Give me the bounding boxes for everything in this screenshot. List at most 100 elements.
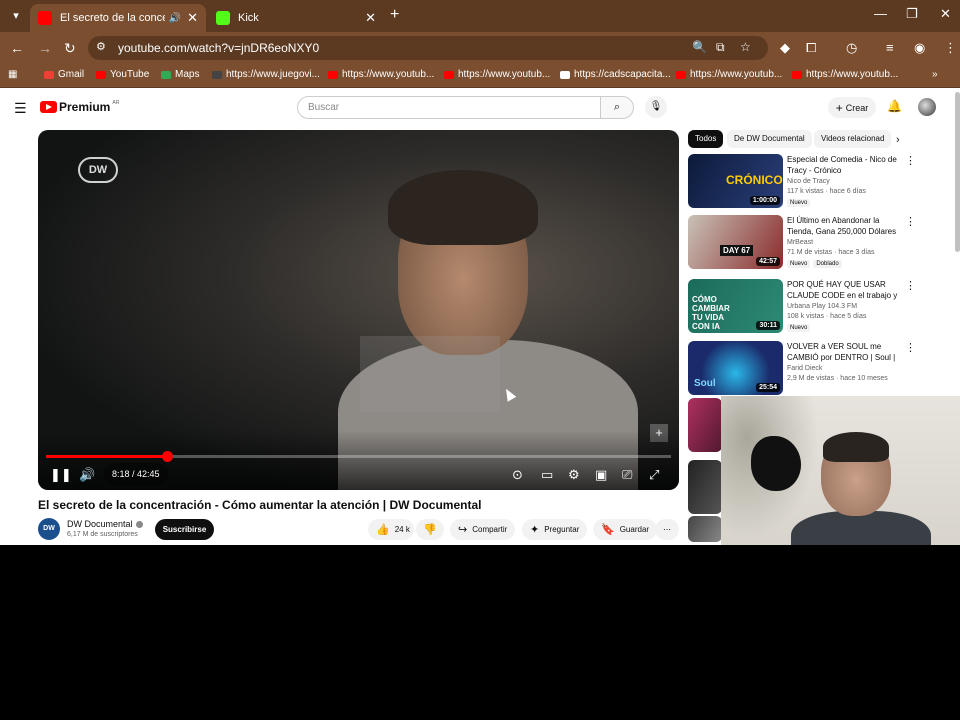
media-controls-icon[interactable]: ≡ — [886, 40, 894, 55]
bookmark-link[interactable]: https://www.juegovi... — [212, 69, 320, 80]
reload-icon[interactable]: ↻ — [64, 40, 76, 57]
subscribe-button[interactable]: Suscribirse — [155, 519, 214, 540]
apps-grid-icon[interactable]: ▦ — [8, 69, 17, 80]
back-arrow-icon[interactable]: ← — [10, 40, 24, 56]
bookmark-cads-link[interactable]: https://cadscapacita... — [560, 69, 671, 80]
ask-button[interactable]: ✦ Preguntar — [522, 519, 588, 540]
search-button[interactable]: ⌕ — [600, 96, 634, 119]
video-thumbnail[interactable] — [688, 516, 722, 542]
recommendation-item[interactable]: CÓMO CAMBIAR TU VIDA CON IA 30:11 POR QU… — [688, 279, 918, 333]
miniplayer-icon[interactable]: ▣ — [595, 467, 607, 483]
channel-row: DW DW Documental 6,17 M de suscriptores … — [38, 516, 679, 544]
video-thumbnail[interactable]: CÓMO CAMBIAR TU VIDA CON IA 30:11 — [688, 279, 783, 333]
chip-all[interactable]: Todos — [688, 130, 724, 148]
youtube-premium-logo[interactable]: Premium AR — [40, 100, 119, 114]
zoom-icon[interactable]: 🔍 — [692, 40, 707, 54]
progress-scrubber[interactable] — [162, 451, 173, 462]
install-app-icon[interactable]: ⧉ — [716, 40, 725, 55]
recommendation-channel[interactable]: Urbana Play 104.3 FM — [787, 303, 857, 310]
bookmark-youtube-link[interactable]: https://www.youtub... — [328, 69, 434, 80]
recommendation-title[interactable]: VOLVER a VER SOUL me CAMBIÓ por DENTRO |… — [787, 341, 899, 363]
pause-icon[interactable]: ❚❚ — [50, 467, 72, 483]
search-input[interactable]: Buscar — [297, 96, 601, 119]
account-avatar[interactable] — [918, 98, 936, 116]
chip-related[interactable]: Videos relacionad — [814, 130, 892, 148]
recommendation-channel[interactable]: Farid Dieck — [787, 365, 822, 372]
forward-arrow-icon[interactable]: → — [38, 40, 52, 56]
video-thumbnail[interactable]: Soul 25:54 — [688, 341, 783, 395]
close-tab-icon[interactable]: ✕ — [365, 10, 376, 26]
tab-youtube[interactable]: El secreto de la concentración 🔊 ✕ — [30, 4, 206, 32]
voice-search-button[interactable]: 🎙 — [645, 96, 667, 118]
progress-played — [46, 455, 167, 458]
youtube-icon — [328, 70, 338, 79]
more-options-icon[interactable]: ⋮ — [905, 154, 916, 167]
video-thumbnail[interactable]: DAY 67 42:57 — [688, 215, 783, 269]
subtitles-icon[interactable]: ▭ — [541, 467, 553, 483]
thumbnail-text: Soul — [694, 378, 716, 389]
share-button[interactable]: ↪ Compartir — [450, 519, 516, 540]
profile-icon[interactable]: ◉ — [914, 40, 925, 56]
more-options-icon[interactable]: ⋮ — [905, 215, 916, 228]
recommendation-channel[interactable]: Nico de Tracy — [787, 178, 830, 185]
like-button[interactable]: 👍 24 k — [368, 519, 414, 540]
save-button[interactable]: 🔖 Guardar — [593, 519, 658, 540]
more-bookmarks-icon[interactable]: » — [932, 69, 938, 80]
tab-kick[interactable]: Kick ✕ — [208, 4, 384, 32]
settings-gear-icon[interactable]: ⚙ — [568, 467, 580, 483]
extension-icon[interactable]: ◆ — [780, 40, 790, 56]
video-thumbnail[interactable] — [688, 398, 722, 452]
recommendation-item[interactable]: DAY 67 42:57 El Último en Abandonar la T… — [688, 215, 918, 269]
site-settings-icon[interactable]: ⚙ — [96, 40, 106, 53]
bookmark-icon: 🔖 — [601, 524, 615, 536]
progress-bar[interactable] — [46, 451, 671, 462]
more-options-icon[interactable]: ⋮ — [905, 279, 916, 292]
recommendation-channel[interactable]: MrBeast — [787, 239, 813, 246]
recommendation-item[interactable]: CRÓNICO 1:00:00 Especial de Comedia - Ni… — [688, 154, 918, 208]
dislike-button[interactable]: 👎 — [416, 519, 444, 540]
minimize-button[interactable]: — — [874, 6, 887, 21]
more-actions-button[interactable]: ⋯ — [655, 519, 679, 540]
bookmark-gmail[interactable]: Gmail — [44, 69, 84, 80]
bookmark-youtube-link[interactable]: https://www.youtub... — [444, 69, 550, 80]
chevron-right-icon[interactable]: › — [896, 134, 900, 146]
fullscreen-icon[interactable]: ⤢ — [649, 467, 659, 483]
address-bar[interactable]: ⚙ youtube.com/watch?v=jnDR6eoNXY0 🔍 ⧉ ☆ — [88, 36, 768, 60]
browser-toolbar: ← → ↻ ⚙ youtube.com/watch?v=jnDR6eoNXY0 … — [0, 32, 960, 64]
tab-search-button[interactable]: ▾ — [6, 6, 26, 26]
bookmark-maps[interactable]: Maps — [161, 69, 199, 80]
notifications-bell-icon[interactable]: 🔔 — [887, 99, 902, 113]
new-tab-button[interactable]: + — [390, 6, 399, 24]
audio-playing-icon[interactable]: 🔊 — [169, 13, 181, 24]
bookmark-youtube-link[interactable]: https://www.youtub... — [676, 69, 782, 80]
recommendation-title[interactable]: POR QUÉ HAY QUE USAR CLAUDE CODE en el t… — [787, 279, 899, 301]
video-thumbnail[interactable] — [688, 460, 722, 514]
bookmark-youtube[interactable]: YouTube — [96, 69, 149, 80]
history-icon[interactable]: ◷ — [846, 40, 857, 56]
cast-icon[interactable]: ⎚ — [622, 467, 632, 483]
bookmark-youtube-link[interactable]: https://www.youtub... — [792, 69, 898, 80]
page-scrollbar[interactable] — [955, 92, 960, 252]
bookmark-star-icon[interactable]: ☆ — [740, 40, 751, 54]
video-thumbnail[interactable]: CRÓNICO 1:00:00 — [688, 154, 783, 208]
recommendation-item[interactable]: Soul 25:54 VOLVER a VER SOUL me CAMBIÓ p… — [688, 341, 918, 395]
chip-from-channel[interactable]: De DW Documental — [727, 130, 812, 148]
maximize-button[interactable]: ❐ — [906, 6, 918, 22]
url-text[interactable]: youtube.com/watch?v=jnDR6eoNXY0 — [118, 41, 319, 55]
volume-icon[interactable]: 🔊 — [79, 467, 95, 483]
channel-name[interactable]: DW Documental — [67, 519, 143, 529]
close-window-button[interactable]: ✕ — [940, 6, 951, 22]
recommendation-title[interactable]: El Último en Abandonar la Tienda, Gana 2… — [787, 215, 899, 237]
recommendation-title[interactable]: Especial de Comedia - Nico de Tracy - Cr… — [787, 154, 899, 176]
channel-avatar[interactable]: DW — [38, 518, 60, 540]
browser-menu-icon[interactable]: ⋮ — [944, 40, 957, 56]
more-options-icon[interactable]: ⋮ — [905, 341, 916, 354]
autoplay-toggle-icon[interactable]: ⊙ — [512, 467, 523, 483]
extensions-puzzle-icon[interactable]: ⧠ — [806, 40, 816, 56]
close-tab-icon[interactable]: ✕ — [187, 10, 198, 26]
video-overlay-box — [360, 336, 500, 412]
create-button[interactable]: + Crear — [828, 97, 876, 118]
tab-title: El secreto de la concentración — [60, 12, 165, 24]
menu-hamburger-icon[interactable]: ☰ — [14, 100, 27, 117]
video-player[interactable]: DW + ❚❚ 🔊 8:18 / 42:45 ⊙ ▭ ⚙ ▣ ⎚ ⤢ — [38, 130, 679, 490]
